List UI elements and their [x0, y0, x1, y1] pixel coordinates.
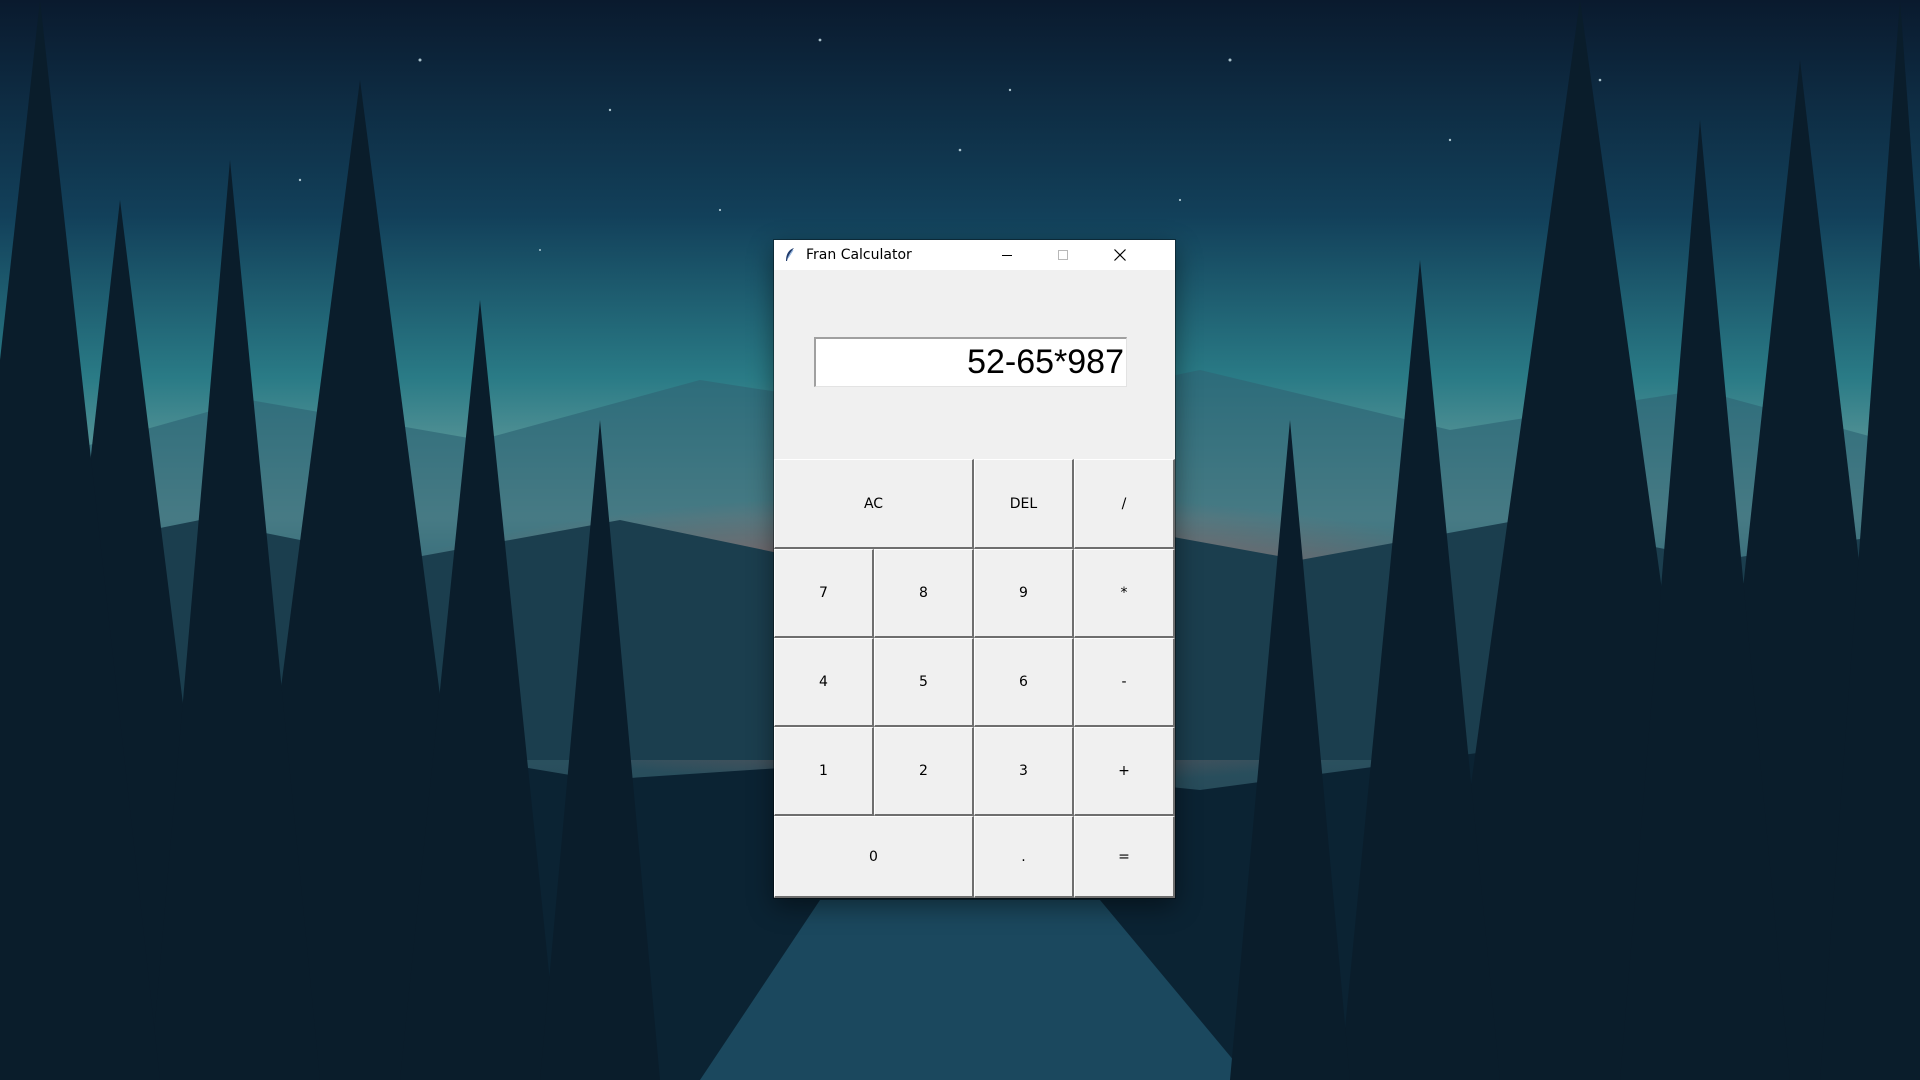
- feather-icon: [782, 247, 798, 263]
- digit-9-button[interactable]: 9: [974, 549, 1074, 638]
- digit-6-button[interactable]: 6: [974, 638, 1074, 727]
- display-field[interactable]: 52-65*987: [814, 337, 1127, 387]
- digit-2-button[interactable]: 2: [874, 727, 974, 816]
- digit-5-button[interactable]: 5: [874, 638, 974, 727]
- title-bar[interactable]: Fran Calculator: [774, 240, 1175, 270]
- digit-4-button[interactable]: 4: [774, 638, 874, 727]
- maximize-button[interactable]: [1035, 240, 1091, 270]
- close-icon: [1114, 249, 1126, 261]
- close-button[interactable]: [1092, 240, 1148, 270]
- digit-1-button[interactable]: 1: [774, 727, 874, 816]
- multiply-button[interactable]: *: [1074, 549, 1175, 638]
- window-title: Fran Calculator: [806, 247, 912, 263]
- equals-button[interactable]: =: [1074, 816, 1175, 898]
- divide-button[interactable]: /: [1074, 459, 1175, 549]
- digit-0-button[interactable]: 0: [774, 816, 974, 898]
- digit-8-button[interactable]: 8: [874, 549, 974, 638]
- minimize-button[interactable]: [979, 240, 1035, 270]
- desktop: Fran Calculator 52-65*987 AC DEL / 7 8 9…: [0, 0, 1920, 1080]
- del-button[interactable]: DEL: [974, 459, 1074, 549]
- maximize-icon: [1058, 250, 1068, 260]
- subtract-button[interactable]: -: [1074, 638, 1175, 727]
- digit-3-button[interactable]: 3: [974, 727, 1074, 816]
- calculator-window: Fran Calculator 52-65*987 AC DEL / 7 8 9…: [774, 240, 1175, 898]
- decimal-button[interactable]: .: [974, 816, 1074, 898]
- ac-button[interactable]: AC: [774, 459, 974, 549]
- add-button[interactable]: +: [1074, 727, 1175, 816]
- digit-7-button[interactable]: 7: [774, 549, 874, 638]
- minimize-icon: [1002, 255, 1012, 256]
